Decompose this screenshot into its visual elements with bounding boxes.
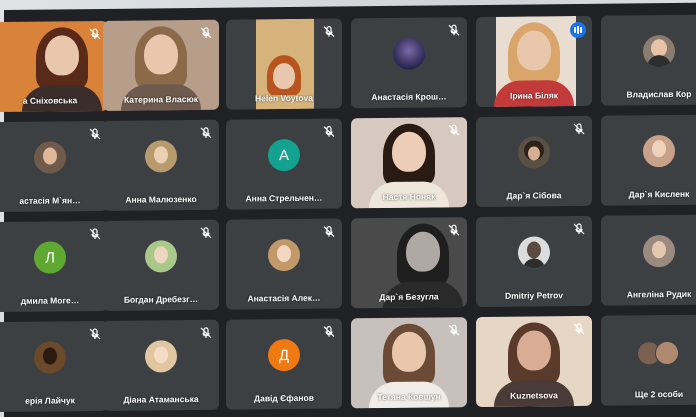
participant-name: дмила Моге…: [20, 295, 80, 306]
mic-off-icon: [322, 325, 336, 339]
participant-name: Настя Ноняк: [382, 191, 436, 203]
participant-name: Анастасія Крош…: [371, 91, 447, 103]
mic-off-icon: [199, 226, 213, 240]
mic-off-icon: [199, 26, 213, 40]
avatar: [268, 238, 300, 272]
participant-tile[interactable]: а Сніховська: [0, 20, 108, 113]
participant-name: Дар`я Кисленк: [628, 188, 690, 200]
participant-name: Владислав Кор: [626, 88, 692, 100]
meet-participant-grid: а Сніховська Катерина Власюк Helen Voyto…: [0, 2, 696, 417]
mic-off-icon: [199, 126, 213, 140]
participant-tile[interactable]: Тетяна Ковшун: [351, 317, 467, 409]
participant-name: Kuznetsova: [510, 390, 558, 401]
avatar-stack: [637, 340, 681, 366]
mic-off-icon: [88, 127, 102, 141]
participant-tile[interactable]: Катерина Власюк: [103, 19, 219, 111]
mic-off-icon: [88, 327, 102, 341]
mic-off-icon: [322, 25, 336, 39]
participant-name: Ірина Біляк: [509, 90, 559, 101]
participant-tile[interactable]: Ірина Біляк: [476, 15, 592, 108]
avatar: [643, 234, 675, 268]
avatar: [145, 240, 177, 273]
mic-off-icon: [322, 125, 336, 139]
participant-tile[interactable]: Богдан Дребезг…: [103, 219, 219, 311]
avatar: [145, 340, 177, 373]
participant-name: Богдан Дребезг…: [123, 293, 199, 305]
participant-name: Анастасія Алек…: [247, 292, 321, 304]
avatar: Д: [268, 338, 300, 372]
participant-name: Давід Єфанов: [254, 392, 314, 404]
avatar: Л: [34, 241, 66, 274]
mic-off-icon: [88, 27, 102, 41]
photo-frame: а Сніховська Катерина Власюк Helen Voyto…: [0, 0, 696, 417]
participant-tile[interactable]: Анастасія Крош…: [351, 17, 467, 109]
participant-name: Дар`я Сібова: [506, 190, 562, 201]
participant-name: ерія Лайчук: [25, 395, 75, 406]
participant-tile[interactable]: Анастасія Алек…: [226, 218, 342, 310]
participant-tile[interactable]: Л дмила Моге…: [0, 220, 108, 313]
mic-off-icon: [447, 23, 461, 37]
participant-name: Анна Стрельчен…: [245, 192, 323, 204]
participant-tile[interactable]: Діана Атаманська: [103, 319, 219, 411]
avatar: [34, 141, 66, 174]
participant-tile[interactable]: Дар`я Безугла: [351, 217, 467, 309]
avatar: A: [268, 138, 300, 172]
participant-name: Діана Атаманська: [123, 393, 199, 405]
avatar: [145, 140, 177, 173]
mic-off-icon: [572, 222, 586, 236]
mic-off-icon: [88, 227, 102, 241]
participant-name: Dmitriy Petrov: [504, 290, 564, 301]
participant-tile[interactable]: Настя Ноняк: [351, 117, 467, 209]
mic-off-icon: [447, 323, 461, 337]
mic-off-icon: [447, 123, 461, 137]
mic-off-icon: [447, 223, 461, 237]
more-participants-tile[interactable]: Ще 2 особи: [601, 314, 696, 406]
mic-off-icon: [572, 322, 586, 336]
participant-tile[interactable]: Dmitriy Petrov: [476, 215, 592, 308]
mic-off-icon: [322, 225, 336, 239]
participant-name: астасія М`ян…: [19, 195, 81, 206]
mic-off-icon: [199, 326, 213, 340]
participant-tile[interactable]: астасія М`ян…: [0, 120, 108, 213]
participant-tile[interactable]: ерія Лайчук: [0, 320, 108, 413]
participant-name: Дар`я Безугла: [379, 291, 439, 303]
speaking-indicator-icon: [570, 21, 586, 39]
avatar: [518, 136, 550, 169]
participant-tile[interactable]: Дар`я Сібова: [476, 115, 592, 208]
participant-name: Ангеліна Рудик: [626, 288, 692, 300]
participant-name: Анна Малюзенко: [125, 193, 197, 205]
participant-tile[interactable]: Д Давід Єфанов: [226, 318, 342, 410]
participant-tile[interactable]: Helen Voytova: [226, 18, 342, 110]
participant-tile[interactable]: Ангеліна Рудик: [601, 214, 696, 306]
participant-tile[interactable]: Kuznetsova: [476, 315, 592, 408]
mic-off-icon: [572, 122, 586, 136]
more-participants-label: Ще 2 особи: [634, 388, 684, 400]
participant-tile[interactable]: Владислав Кор: [601, 14, 696, 106]
avatar: [34, 341, 66, 374]
participant-name: Тетяна Ковшун: [377, 391, 441, 403]
participant-name: Helen Voytova: [255, 92, 313, 104]
avatar: [643, 134, 675, 168]
avatar: [518, 236, 550, 269]
participant-tile[interactable]: Анна Малюзенко: [103, 119, 219, 211]
avatar: [643, 34, 675, 68]
avatar: [393, 37, 425, 70]
participant-tile[interactable]: A Анна Стрельчен…: [226, 118, 342, 210]
participant-name: а Сніховська: [22, 95, 78, 106]
participant-name: Катерина Власюк: [123, 93, 199, 105]
participant-tile[interactable]: Дар`я Кисленк: [601, 114, 696, 206]
